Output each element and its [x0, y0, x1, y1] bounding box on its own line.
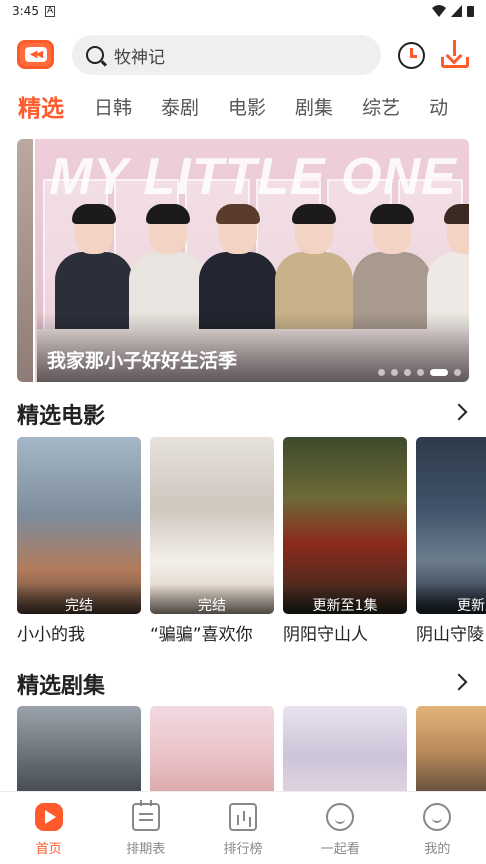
tabbar-label: 排期表: [126, 842, 166, 857]
tabbar-label: 首页: [35, 842, 62, 857]
tabbar-profile[interactable]: 我的: [389, 792, 486, 864]
history-clock-icon[interactable]: [398, 42, 425, 69]
tab-movies[interactable]: 电影: [228, 93, 266, 120]
wifi-icon: [432, 5, 446, 17]
tab-thai-drama[interactable]: 泰剧: [161, 93, 199, 120]
watch-together-icon: [326, 803, 355, 831]
status-time: 3:45: [12, 4, 39, 18]
movie-status: 更新至: [416, 584, 486, 614]
movie-card[interactable]: 完结 “骗骗”喜欢你: [150, 437, 274, 645]
movie-poster: 更新至1集: [283, 437, 407, 614]
movie-poster: 完结: [17, 437, 141, 614]
top-header: ◀◀ 牧神记: [0, 32, 486, 76]
notification-indicator: A: [44, 5, 56, 17]
section-title-movies: 精选电影: [17, 404, 106, 429]
pagination-dot: [378, 369, 385, 376]
pagination-dot: [404, 369, 411, 376]
search-bar[interactable]: 牧神记: [72, 35, 381, 75]
status-icons: [432, 5, 474, 17]
series-poster: [283, 706, 407, 791]
chart-icon: [229, 803, 257, 831]
category-tabs: 精选 日韩 泰剧 电影 剧集 综艺 动: [0, 84, 486, 128]
series-card[interactable]: [150, 706, 274, 791]
tab-featured[interactable]: 精选: [18, 89, 64, 123]
chevron-right-icon[interactable]: [450, 403, 468, 421]
section-title-series: 精选剧集: [17, 674, 106, 699]
banner-previous-peek: [17, 139, 35, 382]
banner-caption: 我家那小子好好生活季: [47, 350, 238, 372]
battery-icon: [467, 6, 474, 17]
profile-icon: [423, 803, 452, 831]
bottom-tab-bar: 首页 排期表 排行榜 一起看 我的: [0, 791, 486, 864]
download-icon[interactable]: [441, 40, 469, 70]
movie-poster: 完结: [150, 437, 274, 614]
pagination-dot: [417, 369, 424, 376]
movie-status: 更新至1集: [283, 584, 407, 614]
tabbar-label: 一起看: [320, 842, 360, 857]
pagination-dot: [391, 369, 398, 376]
tab-anime[interactable]: 动: [429, 93, 448, 120]
movie-title: 小小的我: [17, 625, 85, 645]
featured-banner[interactable]: MY LITTLE ONE 我家那小子好好生活季: [17, 139, 469, 382]
tabbar-label: 排行榜: [223, 842, 263, 857]
series-card[interactable]: [416, 706, 486, 791]
search-icon: [86, 46, 104, 64]
movie-title: 阴山守陵: [416, 625, 484, 645]
tab-series[interactable]: 剧集: [295, 93, 333, 120]
logo-icon[interactable]: ◀◀: [17, 40, 54, 69]
movie-status: 完结: [150, 584, 274, 614]
tab-variety[interactable]: 综艺: [362, 93, 400, 120]
movie-card[interactable]: 更新至 阴山守陵: [416, 437, 486, 645]
movie-status: 完结: [17, 584, 141, 614]
chevron-right-icon[interactable]: [450, 673, 468, 691]
tabbar-ranking[interactable]: 排行榜: [194, 792, 291, 864]
calendar-icon: [131, 800, 160, 831]
banner-pagination: [378, 369, 461, 376]
pagination-dot: [454, 369, 461, 376]
series-card[interactable]: [283, 706, 407, 791]
series-row: [17, 706, 486, 791]
status-bar: 3:45 A: [0, 0, 486, 22]
movie-title: “骗骗”喜欢你: [150, 625, 253, 645]
movies-row: 完结 小小的我 完结 “骗骗”喜欢你 更新至1集 阴阳守山人 更新至 阴山守陵: [17, 437, 486, 645]
movie-card[interactable]: 完结 小小的我: [17, 437, 141, 645]
pagination-dot-active: [430, 369, 448, 376]
series-poster: [17, 706, 141, 791]
tabbar-watch-together[interactable]: 一起看: [292, 792, 389, 864]
series-card[interactable]: [17, 706, 141, 791]
tab-japan-korea[interactable]: 日韩: [94, 93, 132, 120]
signal-icon: [451, 5, 462, 17]
tabbar-label: 我的: [424, 842, 451, 857]
search-placeholder: 牧神记: [114, 47, 165, 68]
series-poster: [416, 706, 486, 791]
tabbar-schedule[interactable]: 排期表: [97, 792, 194, 864]
home-play-icon: [34, 803, 63, 831]
movie-card[interactable]: 更新至1集 阴阳守山人: [283, 437, 407, 645]
movie-poster: 更新至: [416, 437, 486, 614]
series-poster: [150, 706, 274, 791]
movie-title: 阴阳守山人: [283, 625, 368, 645]
tabbar-home[interactable]: 首页: [0, 792, 97, 864]
